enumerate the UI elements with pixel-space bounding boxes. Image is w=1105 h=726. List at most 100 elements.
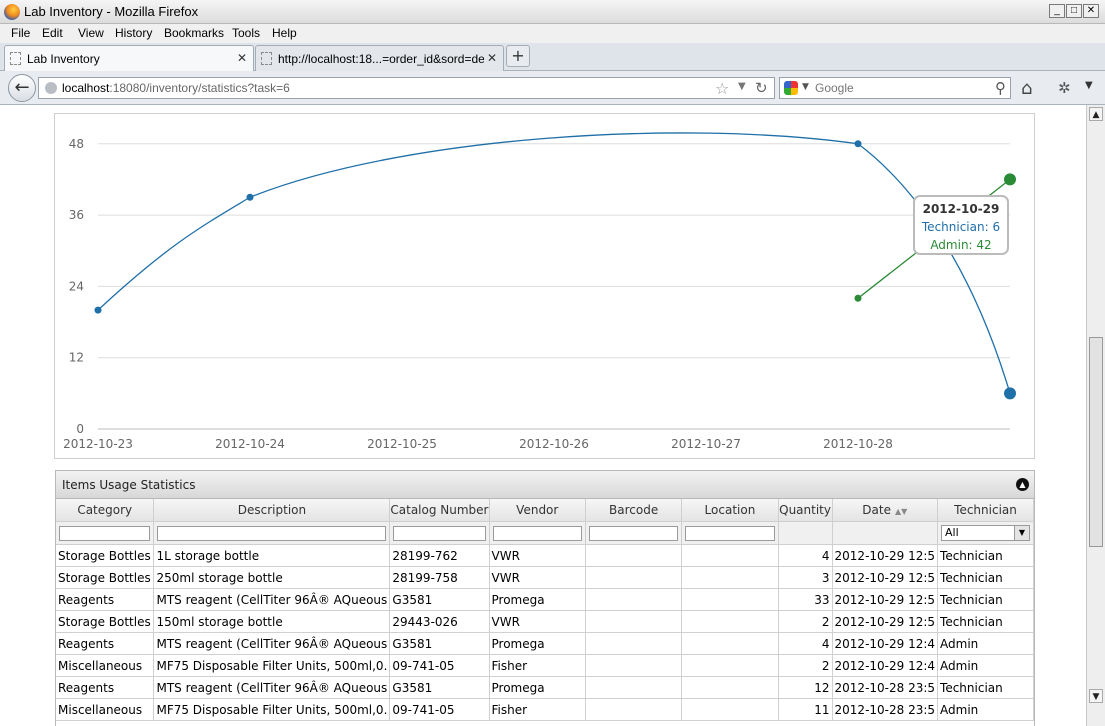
y-tick-label: 36 (69, 208, 84, 222)
filter-technician-select[interactable]: All ▼ (941, 525, 1030, 541)
scroll-down-arrow-icon[interactable]: ▼ (1089, 689, 1103, 703)
col-header-vendor[interactable]: Vendor (489, 499, 587, 522)
address-bar[interactable]: localhost:18080/inventory/statistics?tas… (38, 77, 775, 99)
google-logo-icon[interactable] (784, 81, 798, 95)
menu-edit[interactable]: Edit (42, 26, 63, 40)
filter-description-input[interactable] (157, 525, 387, 541)
cell-description: 250ml storage bottle (153, 566, 391, 589)
bookmark-star-icon[interactable]: ☆ (715, 79, 729, 98)
col-header-description[interactable]: Description (153, 499, 391, 522)
tab-lab-inventory[interactable]: Lab Inventory ✕ (4, 45, 254, 71)
menu-view[interactable]: View (78, 26, 104, 40)
cell-category: Reagents (56, 676, 155, 699)
col-header-barcode[interactable]: Barcode (585, 499, 683, 522)
cell-barcode (585, 588, 683, 611)
cell-date: 2012-10-29 12:5 (832, 544, 939, 567)
col-header-location[interactable]: Location (681, 499, 779, 522)
chart-tooltip: 2012-10-29 Technician: 6 Admin: 42 (913, 195, 1009, 255)
cell-category: Storage Bottles (56, 610, 155, 633)
cell-description: 1L storage bottle (153, 544, 391, 567)
collapse-grid-icon[interactable]: ▲ (1016, 478, 1029, 491)
window-title: Lab Inventory - Mozilla Firefox (24, 4, 199, 19)
filter-date-empty (832, 521, 939, 545)
col-header-catalog-number[interactable]: Catalog Number (389, 499, 490, 522)
col-header-date[interactable]: Date ▲▼ (832, 499, 939, 522)
grid-caption: Items Usage Statistics (62, 478, 196, 492)
chevron-down-icon[interactable]: ▼ (1014, 526, 1029, 540)
cell-barcode (585, 544, 683, 567)
cell-catalog: 09-741-05 (389, 654, 490, 677)
tooltip-admin: Admin: 42 (930, 238, 992, 252)
cell-quantity: 12 (778, 676, 833, 699)
table-row[interactable]: Miscellaneous MF75 Disposable Filter Unit… (56, 698, 1034, 721)
table-row[interactable]: Reagents MTS reagent (CellTiter 96Â® AQue… (56, 632, 1034, 655)
filter-location-input[interactable] (685, 525, 775, 541)
search-placeholder: Google (815, 81, 854, 95)
close-window-button[interactable]: ✕ (1083, 4, 1099, 18)
navigation-bar: ← localhost:18080/inventory/statistics?t… (0, 71, 1105, 105)
x-tick-label: 2012-10-28 (823, 437, 893, 451)
col-header-quantity[interactable]: Quantity (778, 499, 833, 522)
addon-bug-icon[interactable]: ✲ (1058, 79, 1071, 97)
scroll-up-arrow-icon[interactable]: ▲ (1089, 107, 1103, 121)
back-button[interactable]: ← (8, 74, 36, 102)
usage-table: Category Description Catalog Number Vend… (56, 499, 1034, 721)
header-row: Category Description Catalog Number Vend… (56, 499, 1034, 522)
technician-point (854, 140, 862, 148)
table-row[interactable]: Miscellaneous MF75 Disposable Filter Unit… (56, 654, 1034, 677)
page-content: 0 12 24 36 48 2012-10-23 2012-10-24 2012-10-25 2… (0, 105, 1086, 726)
cell-vendor: Promega (489, 632, 587, 655)
table-row[interactable]: Reagents MTS reagent (CellTiter 96Â® AQue… (56, 588, 1034, 611)
menu-bookmarks[interactable]: Bookmarks (164, 26, 224, 40)
cell-barcode (585, 676, 683, 699)
y-tick-label: 48 (69, 137, 84, 151)
technician-point (246, 193, 254, 201)
globe-icon (45, 82, 57, 94)
reload-icon[interactable]: ↻ (755, 79, 768, 97)
admin-point (854, 294, 862, 302)
cell-barcode (585, 632, 683, 655)
sort-icon[interactable]: ▲▼ (895, 507, 907, 516)
cell-barcode (585, 566, 683, 589)
menu-help[interactable]: Help (272, 26, 297, 40)
col-header-category[interactable]: Category (56, 499, 155, 522)
close-tab-icon[interactable]: ✕ (237, 51, 247, 65)
menu-history[interactable]: History (115, 26, 152, 40)
cell-barcode (585, 698, 683, 721)
home-icon[interactable]: ⌂ (1021, 78, 1032, 99)
table-row[interactable]: Storage Bottles 150ml storage bottle 29443… (56, 610, 1034, 633)
cell-category: Miscellaneous (56, 654, 155, 677)
cell-quantity: 2 (778, 610, 833, 633)
filter-vendor-input[interactable] (492, 525, 583, 541)
cell-description: MTS reagent (CellTiter 96Â® AQueous (153, 588, 391, 611)
filter-category-input[interactable] (59, 525, 151, 541)
table-row[interactable]: Reagents MTS reagent (CellTiter 96Â® AQue… (56, 676, 1034, 699)
cell-catalog: 29443-026 (389, 610, 490, 633)
minimize-button[interactable]: _ (1049, 4, 1065, 18)
search-bar[interactable]: ▼ Google ⚲ (779, 77, 1011, 99)
filter-catalog-input[interactable] (393, 525, 486, 541)
cell-date: 2012-10-29 12:4 (832, 632, 939, 655)
filter-barcode-input[interactable] (589, 525, 679, 541)
x-tick-label: 2012-10-24 (215, 437, 285, 451)
tab-order-query[interactable]: http://localhost:18...=order_id&sord=des… (255, 45, 504, 71)
vertical-scrollbar[interactable]: ▲ ▼ (1086, 105, 1105, 726)
menu-tools[interactable]: Tools (232, 26, 260, 40)
menu-file[interactable]: File (11, 26, 30, 40)
maximize-button[interactable]: □ (1066, 4, 1082, 18)
history-dropdown-icon[interactable]: ▼ (738, 81, 746, 92)
tab-label: http://localhost:18...=order_id&sord=des… (278, 52, 484, 66)
engine-dropdown-icon[interactable]: ▼ (802, 82, 809, 92)
table-row[interactable]: Storage Bottles 250ml storage bottle 28199… (56, 566, 1034, 589)
close-tab-icon[interactable]: ✕ (487, 51, 497, 65)
new-tab-button[interactable]: + (506, 45, 530, 67)
search-icon[interactable]: ⚲ (995, 79, 1006, 97)
table-row[interactable]: Storage Bottles 1L storage bottle 28199-76… (56, 544, 1034, 567)
cell-vendor: VWR (489, 566, 587, 589)
cell-technician: Technician (937, 566, 1034, 589)
scroll-thumb[interactable] (1089, 337, 1103, 547)
cell-quantity: 11 (778, 698, 833, 721)
url-text[interactable]: localhost:18080/inventory/statistics?tas… (62, 81, 290, 95)
col-header-technician[interactable]: Technician (937, 499, 1034, 522)
toolbar-menu-arrow-icon[interactable]: ▼ (1085, 80, 1093, 91)
